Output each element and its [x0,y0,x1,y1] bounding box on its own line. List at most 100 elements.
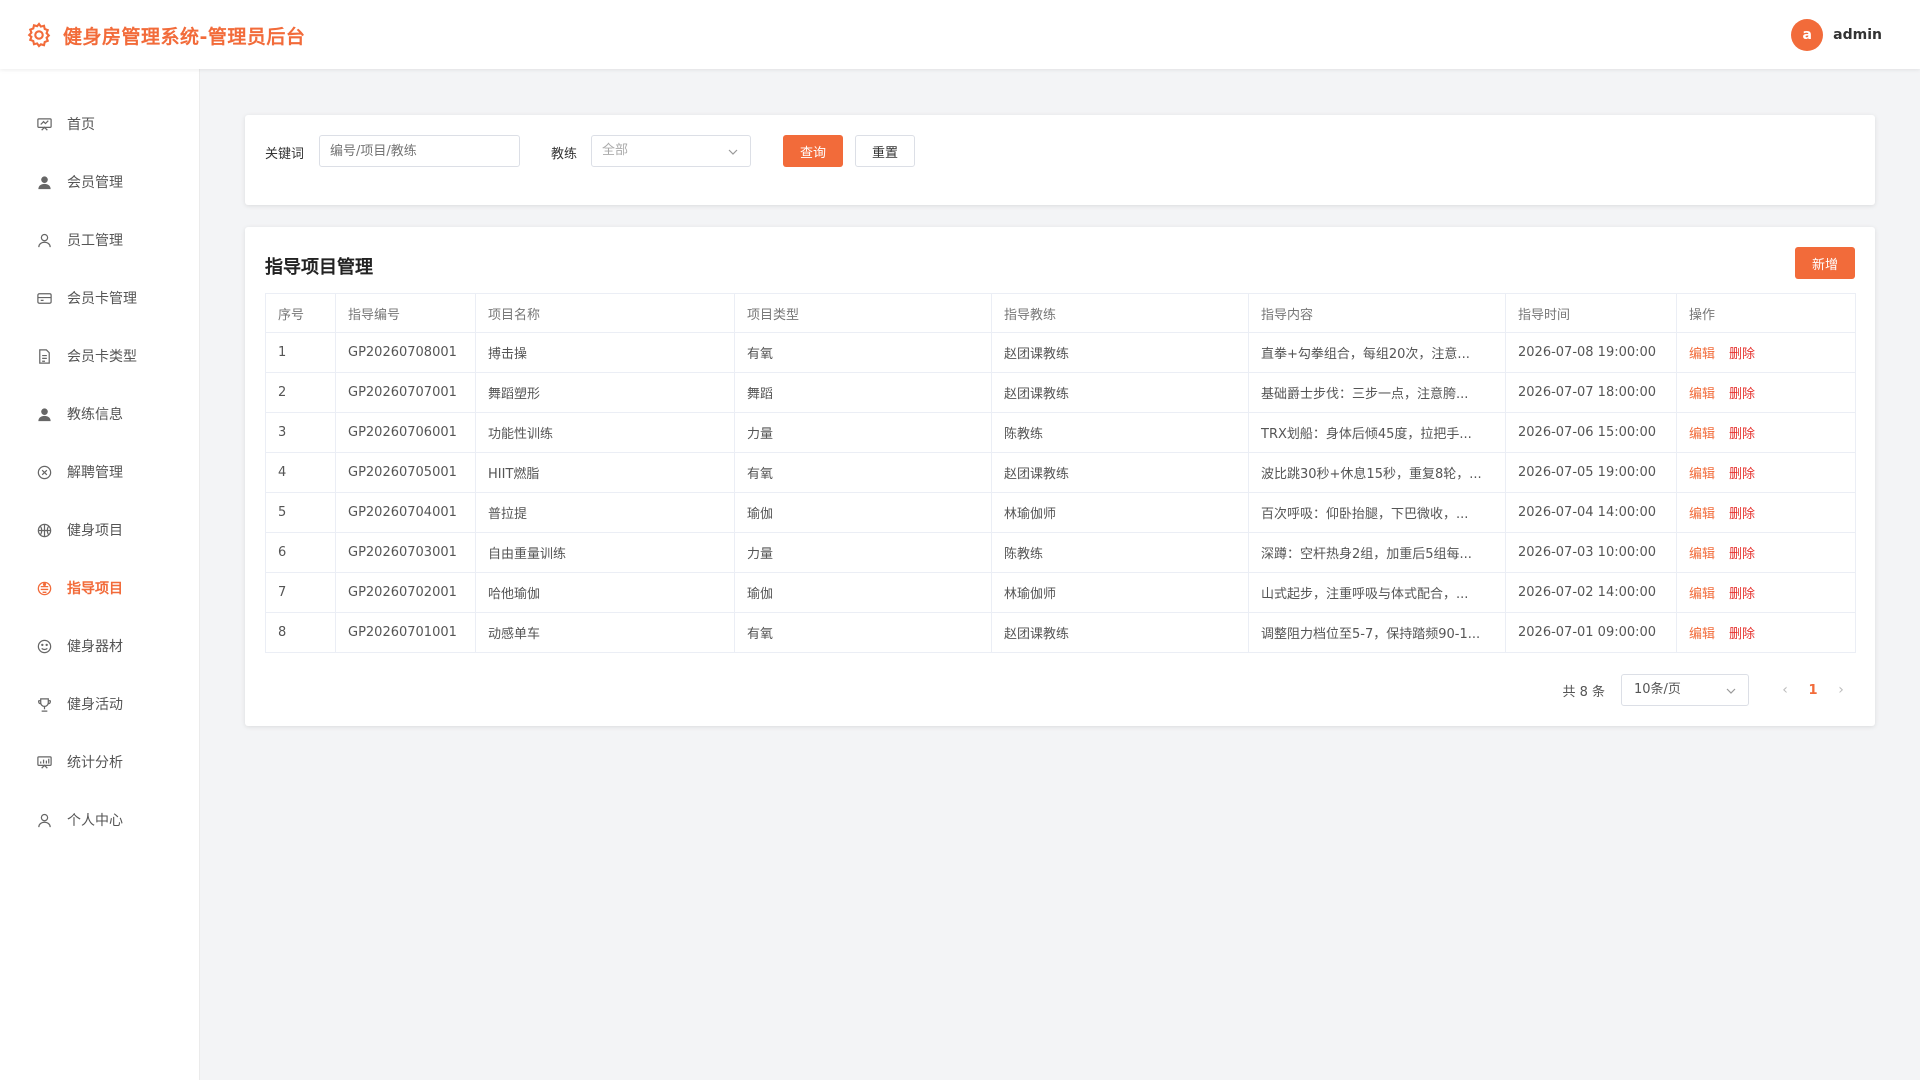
delete-link[interactable]: 删除 [1729,627,1755,642]
guide-table: 序号 指导编号 项目名称 项目类型 指导教练 指导内容 指导时间 操作 1 GP20260708… [265,293,1856,653]
user-menu[interactable]: a admin [1791,19,1882,51]
edit-link[interactable]: 编辑 [1689,467,1715,482]
table-panel: 指导项目管理 新增 序号 指导编号 项目名称 项目类型 指导教练 指导内容 指导时间 操作 1… [245,227,1875,726]
top-header: 健身房管理系统-管理员后台 a admin [0,0,1920,69]
username[interactable]: admin [1833,27,1882,43]
table-cell: 舞蹈 [734,372,992,413]
page-size-value: 10条/页 [1634,682,1681,697]
table-cell: 基础爵士步伐：三步一点，注意胯... [1248,372,1506,413]
table-cell: 舞蹈塑形 [475,372,735,413]
table-cell: 林瑜伽师 [991,572,1249,613]
card-icon [35,289,53,307]
chart-icon [35,753,53,771]
table-cell: 直拳+勾拳组合，每组20次，注意... [1248,332,1506,373]
sidebar-item-label: 健身活动 [67,697,123,713]
row-actions: 编辑 删除 [1676,572,1856,613]
sidebar-item-9[interactable]: 健身器材 [0,617,199,675]
column-header: 指导教练 [991,293,1249,333]
sidebar-item-11[interactable]: 统计分析 [0,733,199,791]
sidebar-item-6[interactable]: 解聘管理 [0,443,199,501]
sidebar-item-label: 教练信息 [67,407,123,423]
sidebar-item-label: 员工管理 [67,233,123,249]
table-cell: GP20260706001 [335,412,476,453]
table-cell: 功能性训练 [475,412,735,453]
chevron-down-icon [728,149,738,155]
sidebar: 首页会员管理员工管理会员卡管理会员卡类型教练信息解聘管理 健身项目指导项目健身器材… [0,69,200,1080]
table-cell: TRX划船：身体后倾45度，拉把手... [1248,412,1506,453]
user-outline-icon [35,811,53,829]
sidebar-item-7[interactable]: 健身项目 [0,501,199,559]
edit-link[interactable]: 编辑 [1689,547,1715,562]
page-number-current[interactable]: 1 [1799,683,1827,698]
edit-link[interactable]: 编辑 [1689,347,1715,362]
coach-select[interactable]: 全部 [591,135,751,167]
table-cell: HIIT燃脂 [475,452,735,493]
sidebar-item-8[interactable]: 指导项目 [0,559,199,617]
add-button[interactable]: 新增 [1795,247,1855,279]
delete-link[interactable]: 删除 [1729,427,1755,442]
table-cell: 动感单车 [475,612,735,653]
next-page-button[interactable]: › [1827,682,1855,698]
table-cell: 有氧 [734,612,992,653]
table-cell: GP20260701001 [335,612,476,653]
table-row: 4 GP20260705001 HIIT燃脂 有氧 赵团课教练 波比跳30秒+休息15秒，… [265,452,1856,493]
table-cell: 2 [265,372,336,413]
sidebar-item-3[interactable]: 会员卡管理 [0,269,199,327]
table-cell: 5 [265,492,336,533]
sidebar-item-label: 个人中心 [67,813,123,829]
sidebar-item-label: 指导项目 [67,581,123,597]
app-title: 健身房管理系统-管理员后台 [63,26,306,48]
table-cell: 力量 [734,412,992,453]
circle-close-icon [35,463,53,481]
keyword-input[interactable] [319,135,520,167]
table-cell: 有氧 [734,452,992,493]
table-cell: 陈教练 [991,412,1249,453]
delete-link[interactable]: 删除 [1729,587,1755,602]
sidebar-item-10[interactable]: 健身活动 [0,675,199,733]
table-cell: 2026-07-01 09:00:00 [1505,612,1677,653]
user-outline-icon [35,231,53,249]
row-actions: 编辑 删除 [1676,412,1856,453]
sidebar-item-label: 会员卡类型 [67,349,137,365]
sidebar-item-4[interactable]: 会员卡类型 [0,327,199,385]
table-row: 2 GP20260707001 舞蹈塑形 舞蹈 赵团课教练 基础爵士步伐：三步一点，注意胯… [265,372,1856,413]
delete-link[interactable]: 删除 [1729,507,1755,522]
sidebar-item-12[interactable]: 个人中心 [0,791,199,849]
sidebar-item-1[interactable]: 会员管理 [0,153,199,211]
sidebar-item-5[interactable]: 教练信息 [0,385,199,443]
delete-link[interactable]: 删除 [1729,467,1755,482]
table-cell: 搏击操 [475,332,735,373]
pagination-total: 共 8 条 [1562,684,1605,700]
table-cell: 2026-07-05 19:00:00 [1505,452,1677,493]
table-row: 8 GP20260701001 动感单车 有氧 赵团课教练 调整阻力档位至5-7，保持踏频… [265,612,1856,653]
edit-link[interactable]: 编辑 [1689,387,1715,402]
sidebar-item-label: 健身器材 [67,639,123,655]
delete-link[interactable]: 删除 [1729,347,1755,362]
table-cell: 4 [265,452,336,493]
delete-link[interactable]: 删除 [1729,387,1755,402]
edit-link[interactable]: 编辑 [1689,627,1715,642]
page-size-select[interactable]: 10条/页 [1621,674,1749,706]
table-cell: 2026-07-04 14:00:00 [1505,492,1677,533]
table-cell: 力量 [734,532,992,573]
sidebar-item-0[interactable]: 首页 [0,95,199,153]
prev-page-button[interactable]: ‹ [1771,682,1799,698]
reset-button[interactable]: 重置 [855,135,915,167]
table-cell: 2026-07-07 18:00:00 [1505,372,1677,413]
trophy-icon [35,695,53,713]
delete-link[interactable]: 删除 [1729,547,1755,562]
sidebar-item-label: 首页 [67,117,95,133]
document-icon [35,347,53,365]
row-actions: 编辑 删除 [1676,332,1856,373]
edit-link[interactable]: 编辑 [1689,587,1715,602]
avatar[interactable]: a [1791,19,1824,51]
table-cell: 哈他瑜伽 [475,572,735,613]
table-cell: GP20260707001 [335,372,476,413]
sidebar-item-2[interactable]: 员工管理 [0,211,199,269]
edit-link[interactable]: 编辑 [1689,427,1715,442]
gear-logo-icon [27,22,51,48]
search-button[interactable]: 查询 [783,135,843,167]
table-cell: 2026-07-03 10:00:00 [1505,532,1677,573]
table-cell: 2026-07-08 19:00:00 [1505,332,1677,373]
edit-link[interactable]: 编辑 [1689,507,1715,522]
